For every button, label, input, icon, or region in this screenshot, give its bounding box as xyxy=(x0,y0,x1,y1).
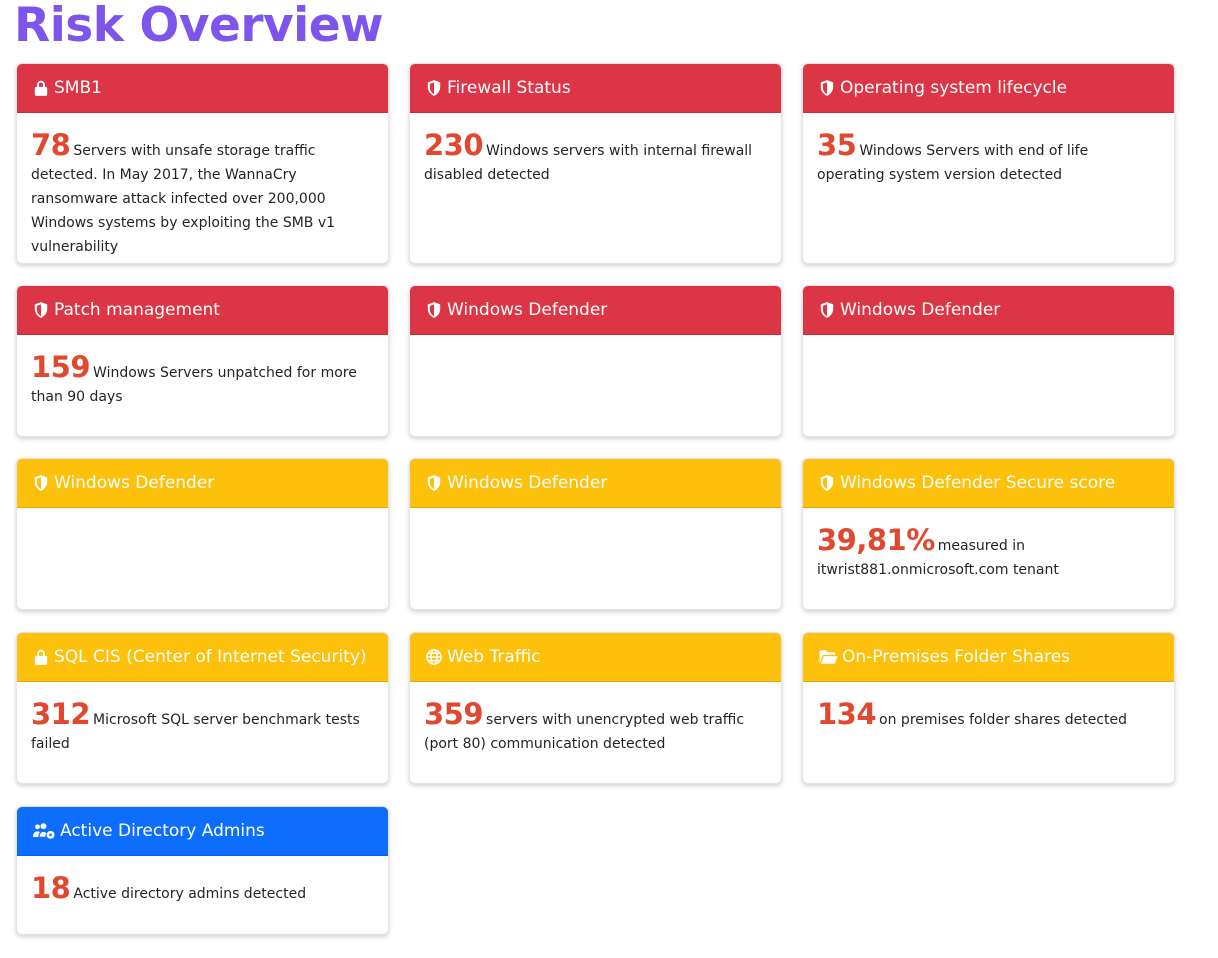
card-smb1: SMB1 78 Servers with unsafe storage traff… xyxy=(16,63,389,264)
card-header: Windows Defender xyxy=(17,459,388,508)
lock-icon xyxy=(31,78,51,98)
metric-description: Windows Servers with end of life operati… xyxy=(817,143,1089,183)
shield-icon xyxy=(424,78,444,98)
card-title: Windows Defender xyxy=(447,473,608,493)
card-body xyxy=(803,335,1174,369)
metric-value: 18 xyxy=(31,871,71,905)
card-title: Windows Defender xyxy=(447,300,608,320)
card-firewall-status: Firewall Status 230 Windows servers with … xyxy=(409,63,782,264)
card-body xyxy=(410,335,781,369)
card-body: 359 servers with unencrypted web traffic … xyxy=(410,682,781,770)
card-body: 39,81% measured in itwrist881.onmicrosoft… xyxy=(803,508,1174,596)
card-windows-defender-secure-score: Windows Defender Secure score 39,81% meas… xyxy=(802,458,1175,610)
card-active-directory-admins: Active Directory Admins 18 Active directo… xyxy=(16,806,389,935)
card-body: 78 Servers with unsafe storage traffic de… xyxy=(17,113,388,263)
card-windows-defender: Windows Defender xyxy=(409,285,782,437)
metric-value: 159 xyxy=(31,350,91,384)
card-body: 18 Active directory admins detected xyxy=(17,856,388,920)
shield-icon xyxy=(31,473,51,493)
card-header: Firewall Status xyxy=(410,64,781,113)
card-header: Active Directory Admins xyxy=(17,807,388,856)
card-web-traffic: Web Traffic 359 servers with unencrypted … xyxy=(409,632,782,784)
card-body: 134 on premises folder shares detected xyxy=(803,682,1174,746)
users-cog-icon xyxy=(31,821,57,841)
card-title: Windows Defender xyxy=(840,300,1001,320)
metric-description: Active directory admins detected xyxy=(73,886,307,902)
card-header: Patch management xyxy=(17,286,388,335)
shield-icon xyxy=(31,300,51,320)
card-title: Firewall Status xyxy=(447,78,571,98)
card-title: Patch management xyxy=(54,300,220,320)
card-on-premises-folder-shares: On-Premises Folder Shares 134 on premises… xyxy=(802,632,1175,784)
card-header: Windows Defender xyxy=(410,286,781,335)
card-title: SMB1 xyxy=(54,78,102,98)
lock-icon xyxy=(31,647,51,667)
metric-value: 35 xyxy=(817,128,857,162)
card-sql-cis: SQL CIS (Center of Internet Security) 31… xyxy=(16,632,389,784)
card-body xyxy=(17,508,388,542)
card-windows-defender: Windows Defender xyxy=(802,285,1175,437)
card-title: On-Premises Folder Shares xyxy=(842,647,1071,667)
metric-value: 134 xyxy=(817,697,877,731)
card-body: 35 Windows Servers with end of life opera… xyxy=(803,113,1174,201)
metric-value: 78 xyxy=(31,128,71,162)
shield-icon xyxy=(817,78,837,98)
card-header: Operating system lifecycle xyxy=(803,64,1174,113)
metric-value: 312 xyxy=(31,697,91,731)
card-header: Web Traffic xyxy=(410,633,781,682)
metric-description: Servers with unsafe storage traffic dete… xyxy=(31,143,336,255)
metric-value: 230 xyxy=(424,128,484,162)
card-header: SQL CIS (Center of Internet Security) xyxy=(17,633,388,682)
card-title: SQL CIS (Center of Internet Security) xyxy=(54,647,367,667)
card-title: Operating system lifecycle xyxy=(840,78,1068,98)
card-title: Windows Defender Secure score xyxy=(840,473,1116,493)
page-title: Risk Overview xyxy=(14,0,384,53)
card-header: Windows Defender xyxy=(803,286,1174,335)
card-body: 230 Windows servers with internal firewal… xyxy=(410,113,781,201)
card-header: SMB1 xyxy=(17,64,388,113)
metric-value: 359 xyxy=(424,697,484,731)
card-body xyxy=(410,508,781,542)
card-header: Windows Defender xyxy=(410,459,781,508)
card-body: 159 Windows Servers unpatched for more th… xyxy=(17,335,388,423)
card-title: Web Traffic xyxy=(447,647,541,667)
card-header: On-Premises Folder Shares xyxy=(803,633,1174,682)
card-patch-management: Patch management 159 Windows Servers unpa… xyxy=(16,285,389,437)
globe-icon xyxy=(424,647,444,667)
folder-open-icon xyxy=(817,647,839,667)
card-windows-defender: Windows Defender xyxy=(409,458,782,610)
card-title: Active Directory Admins xyxy=(60,821,265,841)
card-header: Windows Defender Secure score xyxy=(803,459,1174,508)
card-title: Windows Defender xyxy=(54,473,215,493)
metric-description: on premises folder shares detected xyxy=(879,712,1127,728)
shield-icon xyxy=(424,473,444,493)
shield-icon xyxy=(424,300,444,320)
shield-icon xyxy=(817,300,837,320)
shield-icon xyxy=(817,473,837,493)
card-body: 312 Microsoft SQL server benchmark tests … xyxy=(17,682,388,770)
card-operating-system-lifecycle: Operating system lifecycle 35 Windows Ser… xyxy=(802,63,1175,264)
metric-value: 39,81% xyxy=(817,523,935,557)
card-windows-defender: Windows Defender xyxy=(16,458,389,610)
